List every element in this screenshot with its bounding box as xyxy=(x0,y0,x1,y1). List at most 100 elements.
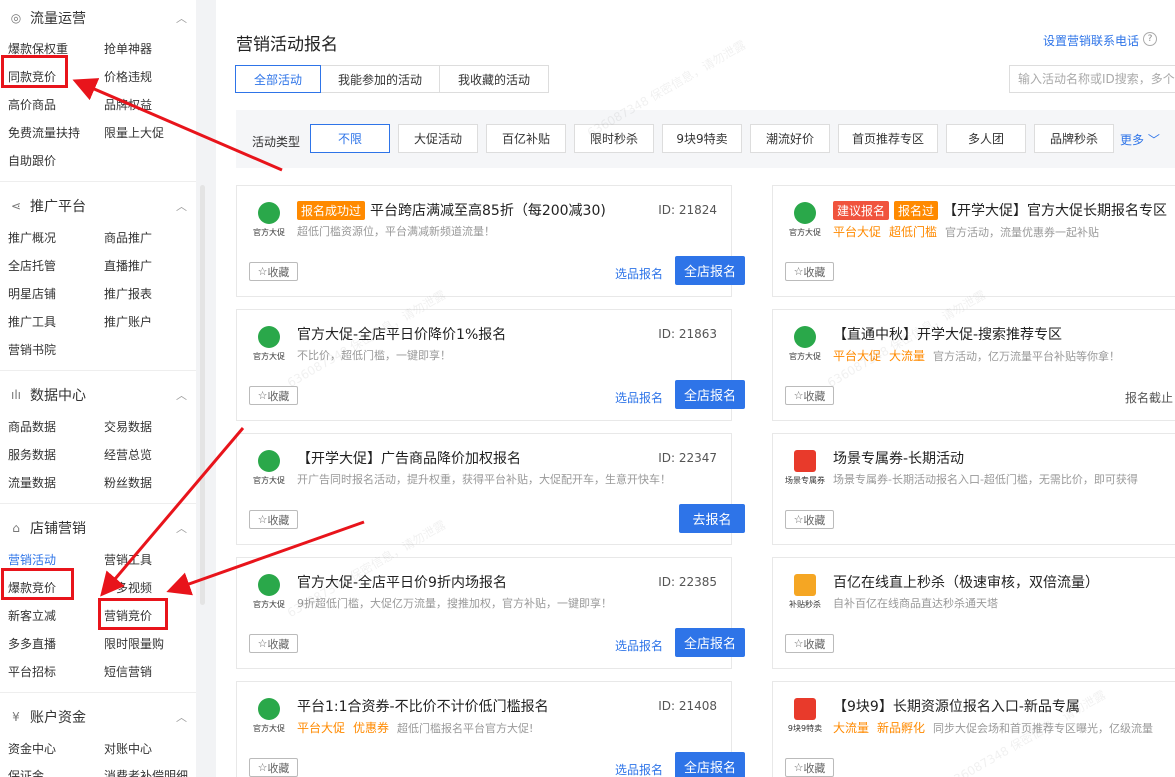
sidebar-item[interactable]: 新客立减 xyxy=(8,607,56,624)
activity-card[interactable]: 官方大促 平台1:1合资券-不比价不计价低门槛报名 ID: 21408 平台大促… xyxy=(236,681,745,777)
sidebar-item[interactable]: 推广工具 xyxy=(8,313,56,330)
filter-chip[interactable]: 首页推荐专区 xyxy=(838,124,938,153)
select-products-link[interactable]: 选品报名 xyxy=(615,265,663,282)
sidebar-item[interactable]: 爆款保权重 xyxy=(8,40,68,57)
filter-chip[interactable]: 品牌秒杀 xyxy=(1034,124,1114,153)
shop-register-button[interactable]: 全店报名 xyxy=(675,752,745,777)
favorite-button[interactable]: ☆ 收藏 xyxy=(249,510,298,529)
filter-chip[interactable]: 百亿补贴 xyxy=(486,124,566,153)
filter-chip[interactable]: 大促活动 xyxy=(398,124,478,153)
sidebar-item[interactable]: 推广报表 xyxy=(104,285,152,302)
sidebar-item[interactable]: 限量上大促 xyxy=(104,124,164,141)
sidebar-item[interactable]: 多多视频 xyxy=(104,579,152,596)
sidebar-item[interactable]: 推广账户 xyxy=(104,313,152,330)
help-icon[interactable]: ? xyxy=(1143,32,1157,46)
activity-card[interactable]: 官方大促 建议报名 报名过 【开学大促】官方大促长期报名专区 平台大促 超低门槛 官方活… xyxy=(772,185,1175,297)
sidebar-section-traffic[interactable]: ◎ 流量运营 ︿ xyxy=(0,7,196,29)
favorite-button[interactable]: ☆ 收藏 xyxy=(249,634,298,653)
sidebar-item-marketing-activity[interactable]: 营销活动 xyxy=(8,551,56,568)
sidebar-item[interactable]: 商品推广 xyxy=(104,229,152,246)
sidebar-item[interactable]: 消费者补偿明细 xyxy=(104,767,188,777)
shop-register-button[interactable]: 全店报名 xyxy=(675,256,745,285)
favorite-button[interactable]: ☆ 收藏 xyxy=(785,262,834,281)
sidebar-item[interactable]: 全店托管 xyxy=(8,257,56,274)
activity-card[interactable]: 官方大促 官方大促-全店平日价降价1%报名 ID: 21863 不比价，超低门槛… xyxy=(236,309,745,421)
activity-card[interactable]: 官方大促 报名成功过 平台跨店满减至高85折（每200减30) ID: 21824… xyxy=(236,185,745,297)
sidebar-item[interactable]: 免费流量扶持 xyxy=(8,124,80,141)
sidebar-item[interactable]: 明星店铺 xyxy=(8,285,56,302)
sidebar-item[interactable]: 短信营销 xyxy=(104,663,152,680)
favorite-label: 收藏 xyxy=(803,761,826,775)
sidebar-section-funds[interactable]: ¥ 账户资金 ︿ xyxy=(0,706,196,728)
shop-icon: ⌂ xyxy=(12,521,20,535)
sidebar-item[interactable]: 营销书院 xyxy=(8,341,56,358)
activity-card[interactable]: 9块9特卖 【9块9】长期资源位报名入口-新品专属 大流量 新品孵化 同步大促会场和… xyxy=(772,681,1175,777)
filter-more-link[interactable]: 更多 ﹀ xyxy=(1120,131,1160,148)
activity-card[interactable]: 官方大促 【开学大促】广告商品降价加权报名 ID: 22347 开广告同时报名活… xyxy=(236,433,745,545)
logo-caption: 官方大促 xyxy=(253,724,285,733)
activity-title-text: 【9块9】长期资源位报名入口-新品专属 xyxy=(833,699,1080,715)
activity-desc: 9折超低门槛，大促亿万流量，搜推加权，官方补贴，一键即享！ xyxy=(297,597,612,610)
sidebar-item[interactable]: 资金中心 xyxy=(8,740,56,757)
sidebar-item-same-price-bid[interactable]: 同款竞价 xyxy=(8,68,56,85)
search-input[interactable]: 输入活动名称或ID搜索，多个 xyxy=(1009,65,1175,93)
tab-favorite-activities[interactable]: 我收藏的活动 xyxy=(439,65,549,93)
sidebar-item[interactable]: 服务数据 xyxy=(8,446,56,463)
filter-chip[interactable]: 潮流好价 xyxy=(750,124,830,153)
sidebar-scrollbar[interactable] xyxy=(200,185,205,605)
activity-type-filter: 活动类型 不限 大促活动 百亿补贴 限时秒杀 9块9特卖 潮流好价 首页推荐专区… xyxy=(236,110,1175,168)
favorite-button[interactable]: ☆ 收藏 xyxy=(249,262,298,281)
sidebar-section-promotion[interactable]: ⋖ 推广平台 ︿ xyxy=(0,195,196,217)
sidebar-section-shop-marketing[interactable]: ⌂ 店铺营销 ︿ xyxy=(0,517,196,539)
sidebar-item[interactable]: 抢单神器 xyxy=(104,40,152,57)
shop-register-button[interactable]: 全店报名 xyxy=(675,380,745,409)
star-icon: ☆ xyxy=(257,389,268,402)
sidebar-item[interactable]: 保证金 xyxy=(8,767,44,777)
select-products-link[interactable]: 选品报名 xyxy=(615,761,663,777)
sidebar-item-marketing-bid[interactable]: 营销竞价 xyxy=(104,607,152,624)
go-register-button[interactable]: 去报名 xyxy=(679,504,745,533)
sidebar-item[interactable]: 推广概况 xyxy=(8,229,56,246)
star-icon: ☆ xyxy=(257,761,268,774)
sidebar: ◎ 流量运营 ︿ 爆款保权重 抢单神器 同款竞价 价格违规 高价商品 品牌权益 … xyxy=(0,0,196,777)
sidebar-item[interactable]: 流量数据 xyxy=(8,474,56,491)
sidebar-item[interactable]: 营销工具 xyxy=(104,551,152,568)
sidebar-item[interactable]: 直播推广 xyxy=(104,257,152,274)
filter-chip[interactable]: 限时秒杀 xyxy=(574,124,654,153)
filter-chip[interactable]: 9块9特卖 xyxy=(662,124,742,153)
sidebar-item[interactable]: 限时限量购 xyxy=(104,635,164,652)
select-products-link[interactable]: 选品报名 xyxy=(615,389,663,406)
shop-register-button[interactable]: 全店报名 xyxy=(675,628,745,657)
sidebar-item[interactable]: 商品数据 xyxy=(8,418,56,435)
filter-chip[interactable]: 不限 xyxy=(310,124,390,153)
sidebar-item[interactable]: 价格违规 xyxy=(104,68,152,85)
activity-card[interactable]: 官方大促 官方大促-全店平日价9折内场报名 ID: 22385 9折超低门槛，大… xyxy=(236,557,745,669)
sidebar-item[interactable]: 经营总览 xyxy=(104,446,152,463)
favorite-button[interactable]: ☆ 收藏 xyxy=(785,634,834,653)
favorite-button[interactable]: ☆ 收藏 xyxy=(785,510,834,529)
favorite-button[interactable]: ☆ 收藏 xyxy=(785,758,834,777)
sidebar-item[interactable]: 高价商品 xyxy=(8,96,56,113)
favorite-button[interactable]: ☆ 收藏 xyxy=(249,386,298,405)
select-products-link[interactable]: 选品报名 xyxy=(615,637,663,654)
sidebar-item[interactable]: 多多直播 xyxy=(8,635,56,652)
sidebar-item[interactable]: 对账中心 xyxy=(104,740,152,757)
favorite-button[interactable]: ☆ 收藏 xyxy=(249,758,298,777)
sidebar-item-hot-bid[interactable]: 爆款竞价 xyxy=(8,579,56,596)
filter-chip[interactable]: 多人团 xyxy=(946,124,1026,153)
activity-card[interactable]: 官方大促 【直通中秋】开学大促-搜索推荐专区 平台大促 大流量 官方活动，亿万流量平… xyxy=(772,309,1175,421)
favorite-button[interactable]: ☆ 收藏 xyxy=(785,386,834,405)
set-contact-phone-link[interactable]: 设置营销联系电话 xyxy=(1043,32,1139,49)
sidebar-item[interactable]: 品牌权益 xyxy=(104,96,152,113)
chevron-up-icon: ︿ xyxy=(176,389,187,402)
sidebar-item[interactable]: 粉丝数据 xyxy=(104,474,152,491)
tab-eligible-activities[interactable]: 我能参加的活动 xyxy=(320,65,440,93)
sidebar-section-data[interactable]: ılı 数据中心 ︿ xyxy=(0,384,196,406)
activity-card[interactable]: 补贴秒杀 百亿在线直上秒杀（极速审核，双倍流量） 自补百亿在线商品直达秒杀通天塔… xyxy=(772,557,1175,669)
activity-card[interactable]: 场景专属券 场景专属券-长期活动 场景专属券-长期活动报名入口-超低门槛，无需比… xyxy=(772,433,1175,545)
sidebar-item[interactable]: 平台招标 xyxy=(8,663,56,680)
sidebar-item[interactable]: 交易数据 xyxy=(104,418,152,435)
tab-all-activities[interactable]: 全部活动 xyxy=(235,65,321,93)
sidebar-item[interactable]: 自助跟价 xyxy=(8,152,56,169)
leaf-icon xyxy=(258,698,280,720)
